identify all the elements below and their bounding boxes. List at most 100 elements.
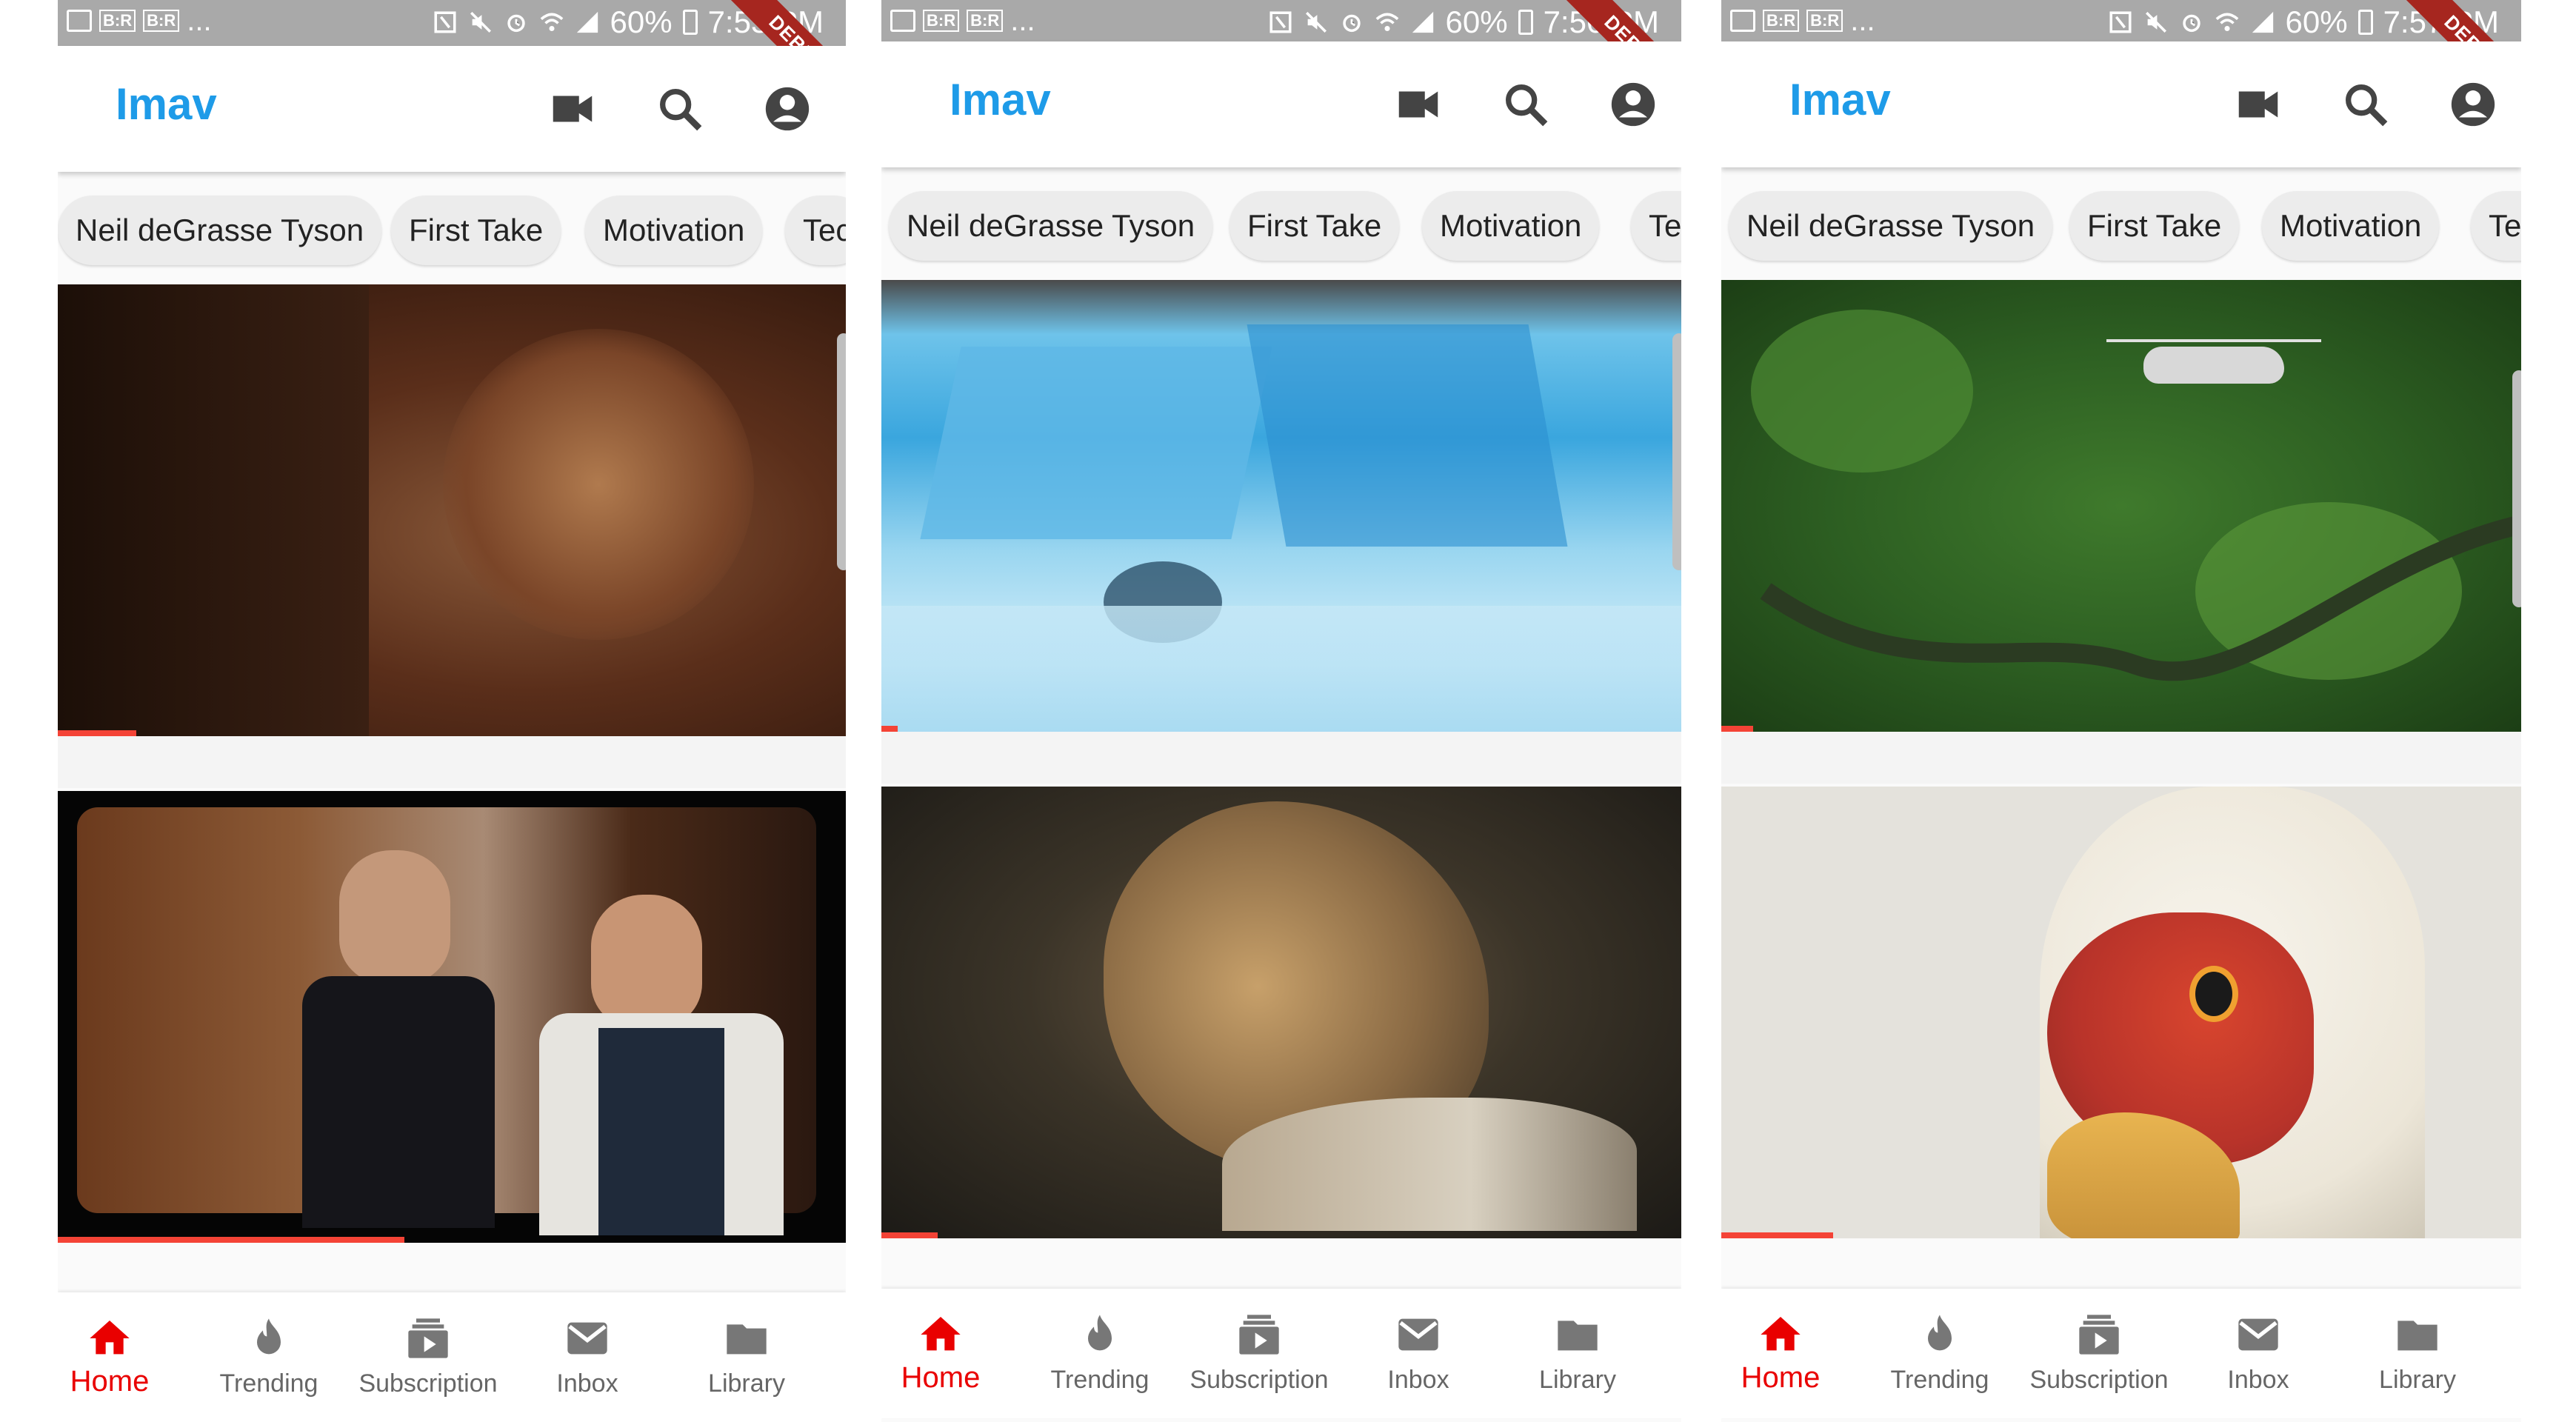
wifi-icon — [540, 13, 563, 32]
more-notifications: ... — [1010, 4, 1035, 37]
notification-chip: B:R — [967, 10, 1004, 32]
chip-neil-degrasse-tyson[interactable]: Neil deGrasse Tyson — [889, 191, 1213, 261]
nav-trending[interactable]: Trending — [195, 1315, 343, 1398]
chip-tec[interactable]: Tec — [785, 196, 846, 265]
chip-tec[interactable]: Tec — [2471, 191, 2521, 261]
chip-motivation[interactable]: Motivation — [585, 196, 763, 265]
fire-icon — [1928, 1315, 1952, 1351]
folder-icon — [727, 1324, 767, 1355]
mail-icon — [2238, 1318, 2278, 1351]
alarm-icon — [507, 14, 525, 33]
video-thumbnail[interactable] — [881, 280, 1681, 732]
video-thumbnail[interactable] — [1721, 280, 2521, 732]
bottom-navigation: Home Trending Subscription Inbox Library — [58, 1292, 846, 1422]
phone-screen-2: B:R B:R ... 60% 7:56 PM DEBUG Imav Neil … — [881, 0, 1681, 1422]
chip-neil-degrasse-tyson[interactable]: Neil deGrasse Tyson — [1729, 191, 2053, 261]
nav-trending[interactable]: Trending — [1866, 1311, 2014, 1395]
nav-inbox-label: Inbox — [2227, 1366, 2289, 1394]
home-icon — [90, 1321, 130, 1355]
nav-home[interactable]: Home — [881, 1311, 1015, 1395]
nav-inbox[interactable]: Inbox — [513, 1315, 661, 1398]
phone-screen-1: B:R B:R ... 60% 7:53 PM DEBUG Imav Neil … — [58, 0, 846, 1422]
nav-library-label: Library — [1539, 1366, 1616, 1394]
video-spacer — [1721, 732, 2521, 784]
nav-library[interactable]: Library — [673, 1315, 821, 1398]
notification-chip: B:R — [143, 10, 180, 32]
subscriptions-icon — [408, 1318, 448, 1358]
gallery-notification-icon — [890, 10, 915, 32]
fire-icon — [257, 1318, 281, 1355]
video-thumbnail[interactable] — [58, 284, 846, 736]
account-icon[interactable] — [1607, 79, 1659, 130]
nav-library[interactable]: Library — [2343, 1311, 2492, 1395]
nav-home-label: Home — [70, 1365, 150, 1398]
video-thumbnail[interactable] — [881, 787, 1681, 1238]
topic-chips: Neil deGrasse Tyson First Take Motivatio… — [1721, 184, 2521, 265]
nav-library[interactable]: Library — [1504, 1311, 1652, 1395]
app-bar: Imav — [1721, 41, 2521, 167]
scrollbar-thumb[interactable] — [837, 333, 846, 570]
nav-inbox-label: Inbox — [556, 1369, 618, 1398]
topic-chips: Neil deGrasse Tyson First Take Motivatio… — [58, 188, 846, 270]
video-spacer — [58, 736, 846, 788]
nav-home[interactable]: Home — [58, 1315, 184, 1398]
nav-inbox-label: Inbox — [1387, 1366, 1449, 1394]
bottom-navigation: Home Trending Subscription Inbox Library — [881, 1289, 1681, 1418]
video-thumbnail[interactable] — [1721, 787, 2521, 1238]
playback-progress — [1721, 726, 1754, 732]
topic-chips: Neil deGrasse Tyson First Take Motivatio… — [881, 184, 1681, 265]
nav-home-label: Home — [1741, 1361, 1821, 1394]
video-camera-icon[interactable] — [547, 83, 598, 135]
more-notifications: ... — [187, 4, 212, 37]
playback-progress — [1721, 1232, 1834, 1238]
nav-subscription[interactable]: Subscription — [2025, 1311, 2173, 1395]
app-title: Imav — [950, 75, 1051, 124]
chip-first-take[interactable]: First Take — [1229, 191, 1400, 261]
bottom-navigation: Home Trending Subscription Inbox Library — [1721, 1289, 2521, 1418]
chip-neil-degrasse-tyson[interactable]: Neil deGrasse Tyson — [58, 196, 382, 265]
notification-chip: B:R — [1806, 10, 1843, 32]
chip-first-take[interactable]: First Take — [391, 196, 561, 265]
nav-subscription-label: Subscription — [1189, 1366, 1329, 1394]
chip-tec[interactable]: Tec — [1631, 191, 1681, 261]
chip-motivation[interactable]: Motivation — [1422, 191, 1600, 261]
chip-first-take[interactable]: First Take — [2069, 191, 2240, 261]
playback-progress — [881, 726, 898, 732]
more-notifications: ... — [1850, 4, 1875, 37]
status-bar: B:R B:R ... 60% 7:57 PM — [1721, 0, 2521, 41]
playback-progress — [58, 1237, 405, 1243]
alarm-icon — [2182, 14, 2200, 33]
search-icon[interactable] — [654, 83, 706, 135]
alarm-icon — [1342, 14, 1361, 33]
account-icon[interactable] — [2447, 79, 2499, 130]
battery-percent: 60% — [610, 4, 673, 39]
nfc-icon — [1269, 11, 1292, 33]
app-bar: Imav — [58, 46, 846, 172]
video-spacer — [881, 732, 1681, 784]
nfc-icon — [2109, 11, 2132, 33]
mute-icon — [1305, 11, 1327, 33]
app-title: Imav — [116, 79, 217, 129]
chip-motivation[interactable]: Motivation — [2262, 191, 2440, 261]
search-icon[interactable] — [1500, 79, 1552, 130]
mail-icon — [567, 1322, 607, 1355]
phone-screen-3: B:R B:R ... 60% 7:57 PM DEBUG Imav Neil … — [1721, 0, 2521, 1422]
nav-inbox[interactable]: Inbox — [2184, 1311, 2332, 1395]
nav-home[interactable]: Home — [1721, 1311, 1855, 1395]
battery-percent: 60% — [1445, 4, 1508, 39]
video-camera-icon[interactable] — [2232, 79, 2284, 130]
nav-trending[interactable]: Trending — [1026, 1311, 1174, 1395]
nav-trending-label: Trending — [219, 1369, 318, 1398]
video-thumbnail[interactable] — [58, 791, 846, 1243]
nav-subscription[interactable]: Subscription — [1185, 1311, 1333, 1395]
signal-icon — [2252, 11, 2273, 33]
app-bar: Imav — [881, 41, 1681, 167]
scrollbar-thumb[interactable] — [1672, 333, 1681, 570]
scrollbar-thumb[interactable] — [2512, 370, 2521, 607]
nav-subscription[interactable]: Subscription — [354, 1315, 502, 1398]
nav-library-label: Library — [708, 1369, 785, 1398]
nav-inbox[interactable]: Inbox — [1344, 1311, 1492, 1395]
account-icon[interactable] — [761, 83, 813, 135]
video-camera-icon[interactable] — [1392, 79, 1444, 130]
search-icon[interactable] — [2340, 79, 2392, 130]
